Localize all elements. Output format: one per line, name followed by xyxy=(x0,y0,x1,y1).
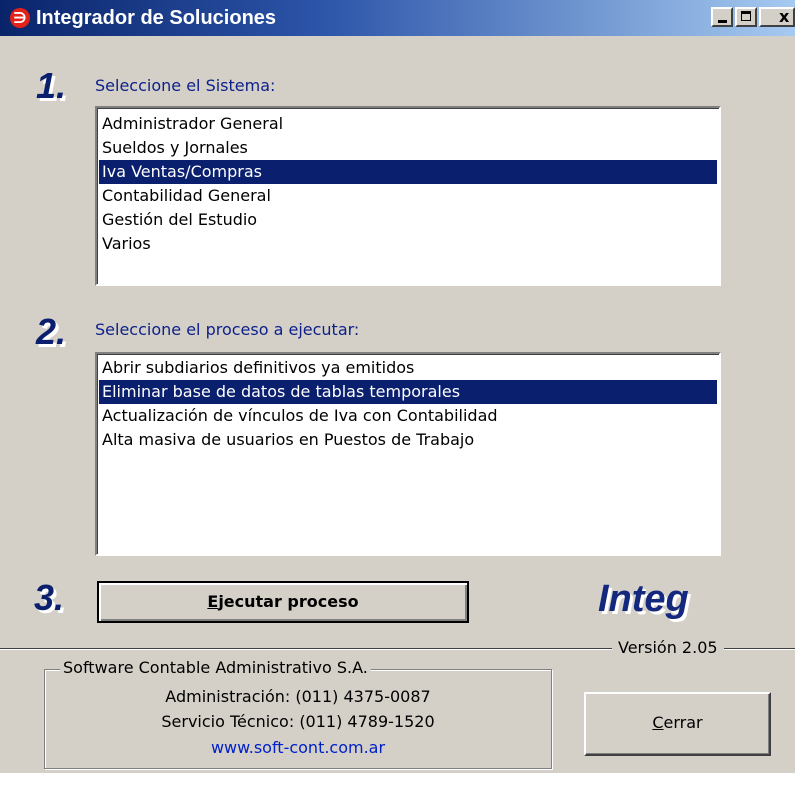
support-phone: Servicio Técnico: (011) 4789-1520 xyxy=(161,712,435,731)
close-button[interactable]: Cerrar xyxy=(584,692,771,756)
system-item-contabilidad[interactable]: Contabilidad General xyxy=(99,184,717,208)
system-item-administrador[interactable]: Administrador General xyxy=(99,112,717,136)
website-link[interactable]: www.soft-cont.com.ar xyxy=(44,738,552,758)
process-item-eliminar-selected[interactable]: Eliminar base de datos de tablas tempora… xyxy=(99,380,717,404)
company-name: Software Contable Administrativo S.A. xyxy=(60,658,371,678)
process-item-actualizacion[interactable]: Actualización de vínculos de Iva con Con… xyxy=(99,404,717,428)
system-item-iva-selected[interactable]: Iva Ventas/Compras xyxy=(99,160,717,184)
system-item-gestion[interactable]: Gestión del Estudio xyxy=(99,208,717,232)
step-2-number: 2. xyxy=(36,311,67,352)
window-title: Integrador de Soluciones xyxy=(36,7,277,29)
close-icon: x xyxy=(779,7,790,26)
app-logo-icon[interactable]: ∋ xyxy=(10,8,30,28)
system-item-sueldos[interactable]: Sueldos y Jornales xyxy=(99,136,717,160)
close-window-button[interactable]: x xyxy=(759,7,795,27)
run-button-label: jecutar proceso xyxy=(218,592,359,611)
system-item-varios[interactable]: Varios xyxy=(99,232,717,256)
system-listbox[interactable]: Administrador General Sueldos y Jornales… xyxy=(95,106,721,286)
run-process-button[interactable]: Ejecutar proceso xyxy=(97,581,469,623)
step-1-label: Seleccione el Sistema: xyxy=(95,76,276,95)
process-listbox[interactable]: Abrir subdiarios definitivos ya emitidos… xyxy=(95,352,721,556)
step-3-number: 3. xyxy=(34,577,65,618)
integ-logo: Integ xyxy=(598,578,689,620)
minimize-icon xyxy=(718,20,727,23)
step-2-label: Seleccione el proceso a ejecutar: xyxy=(95,320,360,339)
minimize-button[interactable] xyxy=(711,7,733,27)
maximize-icon xyxy=(741,11,751,21)
step-1-number: 1. xyxy=(36,65,67,106)
main-window: ∋ Integrador de Soluciones x 1. Seleccio… xyxy=(0,0,795,773)
close-button-accel: C xyxy=(652,713,664,732)
maximize-button[interactable] xyxy=(735,7,757,27)
close-button-label: errar xyxy=(663,713,703,732)
version-label: Versión 2.05 xyxy=(612,638,724,658)
title-bar[interactable]: ∋ Integrador de Soluciones x xyxy=(0,0,795,36)
admin-phone: Administración: (011) 4375-0087 xyxy=(165,687,431,706)
run-button-accel: E xyxy=(207,592,219,611)
process-item-abrir-subdiarios[interactable]: Abrir subdiarios definitivos ya emitidos xyxy=(99,356,717,380)
process-item-alta-masiva[interactable]: Alta masiva de usuarios en Puestos de Tr… xyxy=(99,428,717,452)
